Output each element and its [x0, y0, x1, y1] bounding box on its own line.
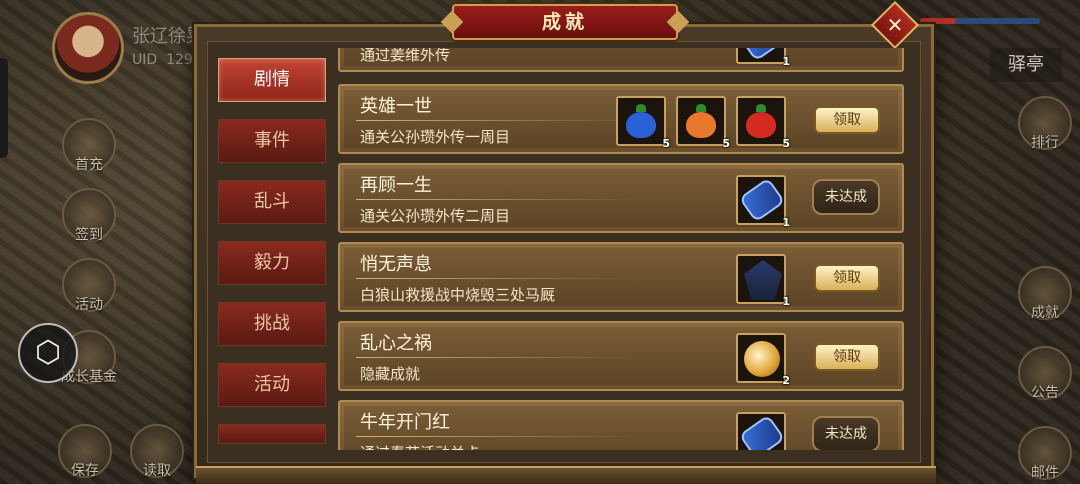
- player-profile[interactable]: 张辽徐晃 UID 12929: [52, 12, 212, 84]
- tab-partial[interactable]: [218, 424, 326, 444]
- achievement-desc: 通过姜维外传: [360, 48, 451, 64]
- post-station-button[interactable]: 驿亭: [990, 48, 1062, 82]
- ranking-button[interactable]: 排行: [1018, 96, 1072, 151]
- achievement-list[interactable]: 通过姜维外传 1 英雄一世 通关公孙瓒外传一周目 5 5 5 领取 再顾一生 通…: [338, 48, 904, 450]
- achievement-title: 英雄一世: [360, 96, 432, 117]
- row-divider: [356, 436, 636, 437]
- tab-challenge[interactable]: 挑战: [218, 302, 326, 346]
- not-achieved-button[interactable]: 未达成: [812, 416, 880, 450]
- energy-bar: [920, 18, 1040, 24]
- reward-item[interactable]: 1: [736, 48, 790, 68]
- claim-button[interactable]: 领取: [814, 106, 880, 134]
- cube-icon[interactable]: ⬡: [18, 323, 78, 383]
- achievement-row: 乱心之祸 隐藏成就 2 领取: [338, 321, 904, 391]
- achievement-title: 再顾一生: [360, 175, 432, 196]
- tab-activity[interactable]: 活动: [218, 363, 326, 407]
- close-icon: ✕: [886, 13, 904, 37]
- reward-item[interactable]: 1: [736, 412, 786, 450]
- row-divider: [356, 357, 636, 358]
- reward-item[interactable]: 5: [736, 96, 790, 150]
- row-divider: [356, 278, 636, 279]
- achievement-desc: 白狼山救援战中烧毁三处马厩: [360, 286, 556, 304]
- save-button[interactable]: 保存: [58, 424, 112, 479]
- save-label: 保存: [71, 463, 99, 479]
- reward-item[interactable]: 5: [676, 96, 730, 150]
- first-recharge-button[interactable]: 首充: [62, 118, 116, 173]
- ranking-label: 排行: [1031, 135, 1059, 151]
- achievement-title: 乱心之祸: [360, 333, 432, 354]
- achievement-title: 悄无声息: [360, 254, 432, 275]
- tab-brawl[interactable]: 乱斗: [218, 180, 326, 224]
- soldier-icon: [744, 260, 782, 300]
- reward-count: 1: [782, 295, 790, 308]
- events-button[interactable]: 活动: [62, 258, 116, 313]
- achievement-row: 牛年开门红 通过春节活动关卡 1 未达成: [338, 400, 904, 450]
- achievement-row: 英雄一世 通关公孙瓒外传一周目 5 5 5 领取: [338, 84, 904, 154]
- orange-fruit-icon: [686, 104, 716, 138]
- reward-count: 5: [782, 137, 790, 150]
- avatar[interactable]: [52, 12, 124, 84]
- tab-perseverance[interactable]: 毅力: [218, 241, 326, 285]
- reward-count: 5: [662, 137, 670, 150]
- scroll-icon: [738, 177, 786, 223]
- achievement-title: 牛年开门红: [360, 412, 450, 433]
- load-button[interactable]: 读取: [130, 424, 184, 479]
- blue-fruit-icon: [626, 104, 656, 138]
- tab-event[interactable]: 事件: [218, 119, 326, 163]
- events-label: 活动: [75, 297, 103, 313]
- achievement-button[interactable]: 成就: [1018, 266, 1072, 321]
- reward-item[interactable]: 5: [616, 96, 670, 150]
- reward-count: 1: [782, 55, 790, 68]
- achievement-label: 成就: [1031, 305, 1059, 321]
- load-label: 读取: [143, 463, 171, 479]
- row-divider: [356, 120, 636, 121]
- notice-label: 公告: [1031, 385, 1059, 401]
- dialog-title: 成就: [452, 4, 678, 40]
- scroll-icon: [738, 414, 786, 450]
- mail-button[interactable]: 邮件: [1018, 426, 1072, 481]
- achievement-row: 再顾一生 通关公孙瓒外传二周目 1 未达成: [338, 163, 904, 233]
- reward-item[interactable]: 1: [736, 254, 790, 308]
- reward-item[interactable]: 2: [736, 333, 790, 387]
- achievement-desc: 通关公孙瓒外传一周目: [360, 128, 511, 146]
- notice-button[interactable]: 公告: [1018, 346, 1072, 401]
- left-edge-handle: [0, 58, 8, 158]
- uid-label: UID: [132, 52, 158, 68]
- first-recharge-label: 首充: [75, 157, 103, 173]
- claim-button[interactable]: 领取: [814, 343, 880, 371]
- mail-label: 邮件: [1031, 465, 1059, 481]
- reward-count: 1: [782, 216, 790, 229]
- claim-button[interactable]: 领取: [814, 264, 880, 292]
- gold-icon: [744, 341, 780, 377]
- not-achieved-button[interactable]: 未达成: [812, 179, 880, 215]
- achievement-row: 通过姜维外传 1: [338, 48, 904, 72]
- row-divider: [356, 199, 636, 200]
- achievement-desc: 通关公孙瓒外传二周目: [360, 207, 511, 225]
- red-fruit-icon: [746, 104, 776, 138]
- sign-in-button[interactable]: 签到: [62, 188, 116, 243]
- tab-story[interactable]: 剧情: [218, 58, 326, 102]
- dialog-bottom-frame: [196, 466, 936, 484]
- sign-in-label: 签到: [75, 227, 103, 243]
- scroll-icon: [738, 48, 786, 62]
- achievement-desc: 隐藏成就: [360, 365, 421, 383]
- reward-count: 2: [782, 374, 790, 387]
- reward-count: 5: [722, 137, 730, 150]
- reward-item[interactable]: 1: [736, 175, 790, 229]
- achievement-desc: 通过春节活动关卡: [360, 442, 480, 450]
- achievement-row: 悄无声息 白狼山救援战中烧毁三处马厩 1 领取: [338, 242, 904, 312]
